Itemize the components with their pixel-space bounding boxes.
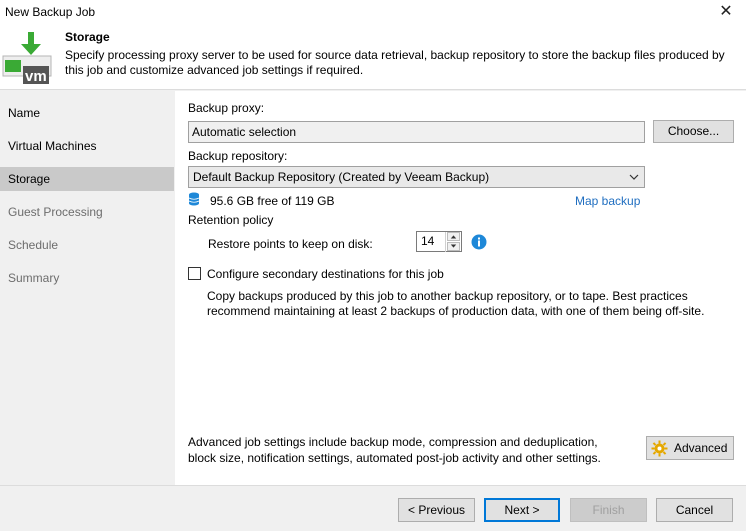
cancel-button[interactable]: Cancel: [656, 498, 733, 522]
restore-points-value: 14: [421, 234, 435, 248]
proxy-field[interactable]: Automatic selection: [188, 121, 645, 143]
proxy-label: Backup proxy:: [188, 101, 265, 115]
advanced-desc-line2: block size, notification settings, autom…: [188, 451, 601, 465]
wizard-header: vm Storage Specify processing proxy serv…: [0, 24, 746, 90]
stepper-down-icon[interactable]: [447, 242, 460, 251]
advanced-button-label: Advanced: [674, 441, 728, 455]
gear-icon: [651, 440, 668, 457]
retention-policy-heading: Retention policy: [188, 213, 274, 227]
sidebar-item-schedule[interactable]: Schedule: [0, 233, 174, 257]
previous-button[interactable]: < Previous: [398, 498, 475, 522]
secondary-desc-line1: Copy backups produced by this job to ano…: [207, 289, 688, 303]
secondary-destinations-label[interactable]: Configure secondary destinations for thi…: [207, 267, 444, 281]
advanced-button[interactable]: Advanced: [646, 436, 734, 460]
restore-points-label: Restore points to keep on disk:: [208, 237, 373, 251]
next-button[interactable]: Next >: [484, 498, 560, 522]
page-description: Specify processing proxy server to be us…: [65, 48, 725, 77]
veeam-vm-logo: vm: [2, 32, 52, 85]
logo-text: vm: [25, 68, 47, 85]
stepper-buttons: [445, 232, 461, 252]
restore-points-stepper[interactable]: 14: [416, 231, 462, 252]
finish-button[interactable]: Finish: [570, 498, 647, 522]
repository-free-space: 95.6 GB free of 119 GB: [210, 194, 335, 208]
sidebar-item-storage[interactable]: Storage: [0, 167, 174, 191]
storage-panel: Backup proxy: Automatic selection Choose…: [175, 91, 746, 485]
repository-select[interactable]: Default Backup Repository (Created by Ve…: [188, 166, 645, 188]
choose-proxy-button[interactable]: Choose...: [653, 120, 734, 143]
sidebar-item-name[interactable]: Name: [0, 101, 174, 125]
repository-label: Backup repository:: [188, 149, 288, 163]
stepper-up-icon[interactable]: [447, 232, 460, 241]
sidebar-item-virtual-machines[interactable]: Virtual Machines: [0, 134, 174, 158]
advanced-desc-line1: Advanced job settings include backup mod…: [188, 435, 598, 449]
map-backup-link[interactable]: Map backup: [575, 194, 640, 208]
wizard-steps: Name Virtual Machines Storage Guest Proc…: [0, 91, 175, 485]
window-title: New Backup Job: [5, 5, 96, 19]
database-icon: [188, 192, 200, 206]
close-icon[interactable]: ✕: [716, 2, 736, 22]
secondary-destinations-checkbox[interactable]: [188, 267, 201, 280]
secondary-desc-line2: recommend maintaining at least 2 backups…: [207, 304, 705, 318]
repository-selected: Default Backup Repository (Created by Ve…: [193, 170, 490, 184]
wizard-footer: < Previous Next > Finish Cancel: [0, 485, 746, 531]
sidebar-item-summary[interactable]: Summary: [0, 266, 174, 290]
sidebar-item-guest-processing[interactable]: Guest Processing: [0, 200, 174, 224]
chevron-down-icon: [629, 174, 639, 180]
title-bar: New Backup Job ✕: [0, 0, 746, 24]
info-icon[interactable]: [471, 234, 487, 250]
page-title: Storage: [65, 30, 110, 44]
